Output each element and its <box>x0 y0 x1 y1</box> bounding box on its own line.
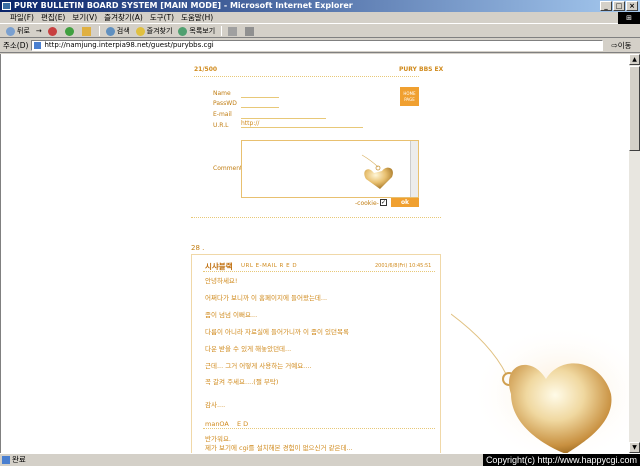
home-page-button[interactable]: HOME PAGE <box>400 87 419 106</box>
stop-icon <box>47 26 57 36</box>
post-line: 좀이 넘넘 이뻐요... <box>205 311 258 319</box>
favorites-icon <box>135 26 145 36</box>
home-button[interactable] <box>81 26 93 36</box>
address-label: 주소(D) <box>3 41 29 50</box>
address-input[interactable]: http://namjung.interpia98.net/guest/pury… <box>31 40 604 51</box>
post-line: 안녕하세요! <box>205 277 238 285</box>
post-line: 꼭 갈켜 주세요....(쩔 부탁) <box>205 378 279 386</box>
ie-icon <box>2 2 11 10</box>
comment-label: Comment <box>213 165 243 172</box>
menu-edit[interactable]: 편집(E) <box>41 12 65 23</box>
divider <box>191 217 441 218</box>
status-bar: 완료 Copyright(c) http://www.happycgi.com <box>0 453 640 466</box>
search-icon <box>105 26 115 36</box>
post-line: 감사.... <box>205 401 226 409</box>
search-label: 검색 <box>116 27 130 35</box>
divider <box>203 271 435 272</box>
divider <box>203 428 435 429</box>
mail-icon <box>228 26 238 36</box>
toolbar-divider <box>98 26 100 36</box>
menu-help[interactable]: 도움말(H) <box>181 12 213 23</box>
stop-button[interactable] <box>47 26 59 36</box>
toolbar: 뒤로 → 검색 즐겨찾기 목록보기 <box>0 25 640 38</box>
print-button[interactable] <box>245 26 256 36</box>
post-links[interactable]: URL E-MAIL R E D <box>241 263 297 269</box>
name-label: Name <box>213 90 231 97</box>
scroll-thumb[interactable] <box>629 66 640 151</box>
minimize-button[interactable]: _ <box>600 1 612 11</box>
page-viewport: 21/500 PURY BBS EX HOME PAGE Name PassWD… <box>0 54 629 453</box>
url-label: U.R.L <box>213 122 229 129</box>
reply-links[interactable]: E D <box>237 420 248 428</box>
password-label: PassWD <box>213 100 237 107</box>
print-icon <box>245 26 255 36</box>
history-label: 목록보기 <box>189 27 216 35</box>
favorites-label: 즐겨찾기 <box>146 27 173 35</box>
menu-file[interactable]: 파일(F) <box>10 12 34 23</box>
search-button[interactable]: 검색 <box>105 26 130 36</box>
heart-pendant-image <box>361 154 393 189</box>
reply-line: 제가 보기에 cgi를 설치해본 경험이 없으신거 같은데... <box>205 444 353 452</box>
email-label: E-mail <box>213 111 232 118</box>
email-input[interactable] <box>241 111 326 119</box>
forward-arrow-icon: → <box>35 27 42 35</box>
maximize-button[interactable]: □ <box>613 1 625 11</box>
heart-pendant-image <box>451 313 629 453</box>
back-button[interactable]: 뒤로 <box>6 26 30 36</box>
window-titlebar[interactable]: PURY BULLETIN BOARD SYSTEM [MAIN MODE] -… <box>0 0 640 12</box>
name-input[interactable] <box>241 90 279 98</box>
forward-button[interactable]: → <box>36 27 42 35</box>
scroll-down-icon[interactable]: ▼ <box>629 442 640 453</box>
window-title: PURY BULLETIN BOARD SYSTEM [MAIN MODE] -… <box>14 1 353 10</box>
post-line: 다운 받을 수 있게 해놓았던데... <box>205 345 292 353</box>
address-url: http://namjung.interpia98.net/guest/pury… <box>44 41 214 49</box>
menu-favorites[interactable]: 즐겨찾기(A) <box>104 12 143 23</box>
post-line: 근데... 그거 어떻게 사용하는 거예요.... <box>205 362 312 370</box>
password-input[interactable] <box>241 100 279 108</box>
page-done-icon <box>2 456 10 464</box>
url-input[interactable]: http:// <box>241 120 363 128</box>
divider <box>194 76 419 77</box>
copyright-banner: Copyright(c) http://www.happycgi.com <box>482 454 640 466</box>
comment-scrollbar[interactable] <box>410 141 418 197</box>
toolbar-divider <box>221 26 223 36</box>
window-controls: _ □ × <box>600 1 638 11</box>
mail-button[interactable] <box>228 26 239 36</box>
scroll-up-icon[interactable]: ▲ <box>629 54 640 65</box>
menu-view[interactable]: 보기(V) <box>72 12 97 23</box>
home-icon <box>81 26 91 36</box>
menu-tools[interactable]: 도구(T) <box>150 12 174 23</box>
go-button[interactable]: ⇨이동 <box>611 40 631 51</box>
comment-textarea[interactable] <box>241 140 419 198</box>
history-button[interactable]: 목록보기 <box>178 26 215 36</box>
cookie-checkbox[interactable]: ✓ <box>380 199 387 206</box>
post-number: 28 . <box>191 244 205 252</box>
refresh-button[interactable] <box>64 26 76 36</box>
url-input-value: http:// <box>241 120 260 127</box>
favorites-button[interactable]: 즐겨찾기 <box>135 26 173 36</box>
menu-bar: 파일(F) 편집(E) 보기(V) 즐겨찾기(A) 도구(T) 도움말(H) ⊞ <box>0 12 640 24</box>
history-icon <box>178 26 188 36</box>
status-text: 완료 <box>12 455 26 464</box>
close-button[interactable]: × <box>626 1 638 11</box>
back-label: 뒤로 <box>17 27 30 35</box>
cookie-label: -cookie- <box>355 200 379 207</box>
windows-logo-icon: ⊞ <box>618 12 640 24</box>
post-date: 2001/6/8(Fri) 10:45:51 <box>375 263 432 269</box>
refresh-icon <box>64 26 74 36</box>
board-name: PURY BBS EX <box>399 66 444 73</box>
vertical-scrollbar[interactable]: ▲ ▼ <box>629 54 640 453</box>
reply-author[interactable]: manOA <box>205 420 229 428</box>
back-arrow-icon <box>6 26 15 36</box>
post-line: 어쩌다가 보니까 이 홈페이지에 들어왔는데... <box>205 294 328 302</box>
ok-button[interactable]: ok <box>391 198 419 207</box>
page-counter: 21/500 <box>194 66 218 73</box>
address-bar: 주소(D) http://namjung.interpia98.net/gues… <box>0 39 640 53</box>
post-line: 다름이 아니라 자료실에 들어가니까 이 좀이 있던목록 <box>205 328 349 336</box>
page-icon <box>34 42 42 49</box>
